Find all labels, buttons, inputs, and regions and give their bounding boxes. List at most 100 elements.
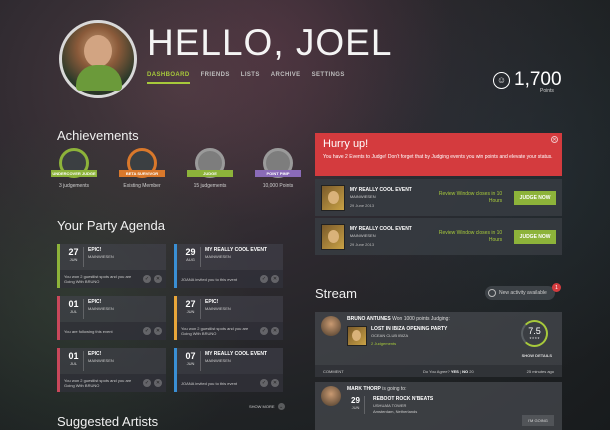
- post-author-line: BRUNO ANTUNES Won 1000 points Judging:: [347, 316, 450, 322]
- score-ring: 7.5 ★★★★: [521, 320, 548, 347]
- card-title: EPIC!: [88, 299, 102, 305]
- stream-post: MARK THORP is going to: 29 JUN REBOOT RO…: [315, 382, 562, 430]
- event-venue: MAINWIESEN: [349, 233, 376, 238]
- check-icon[interactable]: ✓: [260, 327, 268, 335]
- agenda-card[interactable]: 29 AUG MY REALLY COOL EVENT MAINWIESEN JOA…: [174, 244, 283, 288]
- badge-undercover-judge[interactable]: UNDERCOVER JUDGE 3 judgements: [51, 148, 97, 189]
- stream-title: Stream: [315, 286, 357, 301]
- card-subtitle: MAINWIESEN: [88, 254, 114, 259]
- agree-poll: Do You Agree? YES | NO 20: [423, 368, 474, 374]
- badge-ribbon: BETA SURVIVOR: [119, 170, 165, 177]
- vote-count: 20: [469, 368, 474, 374]
- card-title: EPIC!: [88, 247, 102, 253]
- refresh-icon: [488, 289, 496, 297]
- agenda-card[interactable]: 27 JUN EPIC! MAINWIESEN You won 2 guestlis…: [174, 296, 283, 340]
- tab-dashboard[interactable]: DASHBOARD: [147, 72, 190, 84]
- tab-settings[interactable]: SETTINGS: [312, 72, 345, 84]
- event-venue: MAINWIESEN: [349, 194, 376, 199]
- check-icon[interactable]: ✓: [260, 379, 268, 387]
- post-user[interactable]: BRUNO ANTUNES: [347, 316, 391, 322]
- card-day: 27: [68, 247, 79, 257]
- card-day: 01: [68, 299, 79, 309]
- tab-archive[interactable]: ARCHIVE: [271, 72, 301, 84]
- avatar[interactable]: [59, 20, 137, 98]
- badge-point-pimp[interactable]: POINT PIMP 10,000 Points: [255, 148, 301, 189]
- judge-now-button[interactable]: JUDGE NOW: [514, 190, 556, 205]
- badge-caption: 15 judgements: [193, 183, 227, 189]
- review-window: Review Window closes in 10 Hours: [438, 229, 503, 243]
- points-value: 1,700: [514, 69, 562, 90]
- judge-now-button[interactable]: JUDGE NOW: [514, 229, 556, 244]
- agree-yes-button[interactable]: YES: [451, 369, 459, 374]
- card-note: JOANA invited you to this event: [181, 276, 238, 282]
- card-subtitle: MAINWIESEN: [205, 306, 231, 311]
- user-avatar[interactable]: [321, 386, 341, 406]
- tab-friends[interactable]: FRIENDS: [201, 72, 230, 84]
- close-icon[interactable]: ✕: [271, 379, 279, 387]
- card-day: 29: [185, 247, 196, 257]
- badge-judge[interactable]: JUDGE 15 judgements: [187, 148, 233, 189]
- judgements-link[interactable]: 2 Judgements: [371, 341, 447, 346]
- page-title: HELLO, JOEL: [147, 22, 393, 63]
- show-more-button[interactable]: SHOW MORE ⌄: [249, 403, 285, 410]
- event-thumbnail[interactable]: [347, 326, 367, 346]
- card-title: EPIC!: [88, 351, 102, 357]
- post-action: is going to:: [382, 386, 407, 392]
- badge-ribbon: UNDERCOVER JUDGE: [51, 170, 97, 177]
- agree-no-button[interactable]: NO: [462, 369, 468, 374]
- badge-ribbon: JUDGE: [187, 170, 233, 177]
- alert-text: You have 2 Events to Judge! Don't forget…: [323, 154, 553, 160]
- card-title: MY REALLY COOL EVENT: [205, 351, 268, 357]
- agenda-card[interactable]: 01 JUL EPIC! MAINWIESEN You are following …: [57, 296, 166, 340]
- judge-event-row: MY REALLY COOL EVENT MAINWIESEN 29 June …: [315, 218, 562, 255]
- event-venue: OCEAN CLUB IBIZA: [371, 333, 409, 338]
- card-note: JOANA invited you to this event: [181, 380, 238, 386]
- close-icon[interactable]: ✕: [271, 327, 279, 335]
- event-title[interactable]: MY REALLY COOL EVENT: [350, 226, 423, 232]
- event-date: 29 JUN: [347, 396, 365, 414]
- event-day: 29: [351, 396, 360, 405]
- check-icon[interactable]: ✓: [143, 327, 151, 335]
- card-title: EPIC!: [205, 299, 219, 305]
- event-title[interactable]: REBOOT ROCK N'BEATS: [373, 396, 433, 402]
- post-footer: COMMENT Do You Agree? YES | NO 20 25 min…: [315, 365, 562, 377]
- tab-lists[interactable]: LISTS: [241, 72, 260, 84]
- show-details-link[interactable]: SHOW DETAILS: [522, 353, 552, 358]
- badge-caption: 3 judgements: [58, 183, 90, 189]
- card-month: AUG: [186, 257, 195, 262]
- post-user[interactable]: MARK THORP: [347, 386, 381, 392]
- event-thumbnail[interactable]: [321, 223, 345, 250]
- judge-event-row: MY REALLY COOL EVENT MAINWIESEN 29 June …: [315, 179, 562, 216]
- event-thumbnail[interactable]: [321, 184, 345, 211]
- badge-beta-survivor[interactable]: BETA SURVIVOR Existing Member: [119, 148, 165, 189]
- im-going-button[interactable]: I'M GOING: [522, 415, 554, 426]
- achievement-badges: UNDERCOVER JUDGE 3 judgements BETA SURVI…: [51, 148, 301, 189]
- check-icon[interactable]: ✓: [143, 379, 151, 387]
- achievements-title: Achievements: [57, 128, 139, 143]
- card-subtitle: MAINWIESEN: [88, 306, 114, 311]
- card-note: You won 2 guestlist spots and you are Go…: [64, 274, 132, 284]
- card-title: MY REALLY COOL EVENT: [205, 247, 268, 253]
- agenda-card[interactable]: 07 JUN MY REALLY COOL EVENT MAINWIESEN JOA…: [174, 348, 283, 392]
- close-icon[interactable]: ✕: [551, 136, 558, 143]
- check-icon[interactable]: ✓: [260, 275, 268, 283]
- event-month: JUN: [351, 405, 360, 410]
- close-icon[interactable]: ✕: [154, 275, 162, 283]
- badge-caption: Existing Member: [123, 183, 161, 189]
- agree-label: Do You Agree?: [423, 368, 450, 374]
- post-author-line: MARK THORP is going to:: [347, 386, 433, 392]
- close-icon[interactable]: ✕: [271, 275, 279, 283]
- review-window: Review Window closes in 10 Hours: [438, 190, 503, 204]
- card-month: JUL: [69, 361, 78, 366]
- comment-button[interactable]: COMMENT: [323, 369, 344, 374]
- close-icon[interactable]: ✕: [154, 327, 162, 335]
- stream-post: BRUNO ANTUNES Won 1000 points Judging: L…: [315, 312, 562, 377]
- user-avatar[interactable]: [321, 316, 341, 336]
- close-icon[interactable]: ✕: [154, 379, 162, 387]
- event-title[interactable]: LOST IN IBIZA OPENING PARTY: [371, 326, 447, 332]
- agenda-card[interactable]: 01 JUL EPIC! MAINWIESEN You won 2 guestlis…: [57, 348, 166, 392]
- check-icon[interactable]: ✓: [143, 275, 151, 283]
- event-title[interactable]: MY REALLY COOL EVENT: [350, 187, 423, 193]
- agenda-card[interactable]: 27 JUN EPIC! MAINWIESEN You won 2 guestlis…: [57, 244, 166, 288]
- new-activity-button[interactable]: New activity available: [485, 286, 555, 300]
